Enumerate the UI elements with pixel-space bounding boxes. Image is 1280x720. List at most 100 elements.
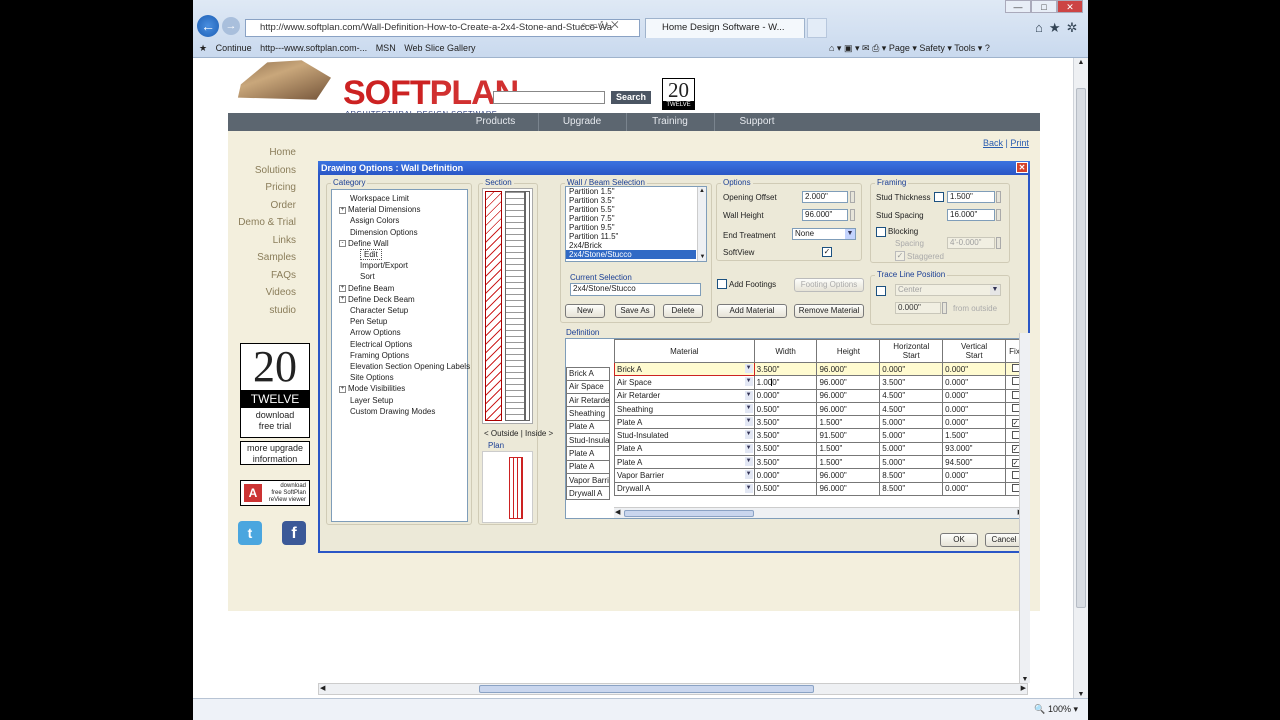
vertical-start-cell[interactable]: 0.000" — [942, 481, 1007, 496]
horizontal-start-cell[interactable]: 5.000" — [879, 441, 944, 457]
softplan-logo[interactable]: SOFTPLAN — [343, 76, 519, 110]
printer-icon[interactable]: ⎙ ▾ — [872, 43, 886, 53]
add-material-button[interactable]: Add Material — [717, 304, 787, 318]
vertical-start-cell[interactable]: 93.000" — [942, 441, 1007, 457]
zoom-level[interactable]: 🔍 100% ▾ — [1034, 701, 1078, 717]
col-material[interactable]: Material — [614, 339, 755, 363]
chevron-down-icon[interactable]: ▼ — [744, 403, 753, 413]
home-icon[interactable]: ⌂ — [1035, 20, 1049, 35]
height-cell[interactable]: 96.000" — [816, 481, 881, 496]
height-cell[interactable]: 1.500" — [816, 415, 881, 430]
height-cell[interactable]: 96.000" — [816, 375, 881, 390]
material-cell[interactable]: Drywall A ▼ — [614, 481, 755, 496]
width-cell[interactable]: 0.500" — [753, 481, 818, 496]
left-nav-faqs[interactable]: FAQs — [228, 267, 312, 285]
opening-offset-spinner[interactable] — [850, 191, 855, 203]
tree-item[interactable]: Character Setup — [350, 305, 408, 316]
left-nav-links[interactable]: Links — [228, 232, 312, 250]
expand-icon[interactable]: + — [339, 385, 346, 393]
height-cell[interactable]: 96.000" — [816, 361, 881, 377]
delete-button[interactable]: Delete — [663, 304, 703, 318]
end-treatment-select[interactable]: None ▼ — [792, 228, 856, 240]
maximize-button[interactable]: □ — [1031, 0, 1057, 13]
opening-offset-field[interactable]: 2.000" — [802, 191, 848, 203]
new-tab-button[interactable] — [807, 18, 827, 38]
inner-horizontal-scrollbar[interactable]: ◀ ▶ — [318, 683, 1028, 695]
col-vertical-start[interactable]: Vertical Start — [942, 339, 1007, 363]
col-horizontal-start[interactable]: Horizontal Start — [879, 339, 944, 363]
vertical-start-cell[interactable]: 0.000" — [942, 401, 1007, 417]
expand-icon[interactable]: + — [339, 206, 346, 214]
vertical-start-cell[interactable]: 94.500" — [942, 455, 1007, 470]
row-label[interactable]: Stud-Insula — [566, 432, 610, 448]
vertical-start-cell[interactable]: 0.000" — [942, 361, 1007, 377]
horizontal-start-cell[interactable]: 5.000" — [879, 455, 944, 470]
left-nav-samples[interactable]: Samples — [228, 249, 312, 267]
horizontal-start-cell[interactable]: 3.500" — [879, 375, 944, 390]
nav-upgrade[interactable]: Upgrade — [538, 113, 626, 131]
vertical-start-cell[interactable]: 0.000" — [942, 415, 1007, 430]
collapse-icon[interactable]: - — [339, 240, 346, 248]
wall-list-item[interactable]: Partition 3.5" — [566, 196, 696, 205]
nav-training[interactable]: Training — [626, 113, 714, 131]
tree-item[interactable]: Workspace Limit — [350, 193, 409, 204]
width-cell[interactable]: 0.500" — [753, 401, 818, 417]
tree-item[interactable]: Pen Setup — [350, 316, 387, 327]
fav-softplan[interactable]: http---www.softplan.com-... — [260, 43, 367, 53]
tree-item[interactable]: + Define Deck Beam — [339, 294, 415, 305]
twitter-icon[interactable]: t — [238, 521, 262, 545]
row-label[interactable]: Sheathing — [566, 406, 610, 421]
tree-item[interactable]: - Define Wall — [339, 238, 389, 249]
material-cell[interactable]: Vapor Barrier ▼ — [614, 468, 755, 483]
material-cell[interactable]: Air Space ▼ — [614, 375, 755, 390]
chevron-down-icon[interactable]: ▼ — [744, 430, 753, 440]
horizontal-start-cell[interactable]: 5.000" — [879, 428, 944, 443]
material-cell[interactable]: Air Retarder ▼ — [614, 388, 755, 403]
stud-thickness-field[interactable]: 1.500" — [947, 191, 995, 203]
softview-checkbox[interactable]: ✓ — [822, 247, 832, 257]
trace-offset-spinner[interactable] — [942, 302, 947, 314]
tree-item[interactable]: Elevation Section Opening Labels — [350, 361, 470, 372]
wall-list-item[interactable]: 2x4/Stone/Stucco — [566, 250, 696, 259]
left-nav-demo-trial[interactable]: Demo & Trial — [228, 214, 312, 232]
row-label[interactable]: Plate A — [566, 459, 610, 474]
width-cell[interactable]: 0.000" — [753, 388, 818, 403]
spacing-spinner[interactable] — [996, 237, 1001, 249]
facebook-icon[interactable]: f — [282, 521, 306, 545]
print-link[interactable]: Print — [1010, 138, 1029, 148]
wall-list-item[interactable]: Partition 1.5" — [566, 187, 696, 196]
vertical-start-cell[interactable]: 0.000" — [942, 468, 1007, 483]
review-viewer-link[interactable]: A download free SoftPlan reView viewer — [240, 480, 310, 506]
mail-icon[interactable]: ✉ — [862, 43, 870, 53]
remove-material-button[interactable]: Remove Material — [794, 304, 864, 318]
tree-item[interactable]: Assign Colors — [350, 215, 399, 226]
stud-thickness-checkbox[interactable] — [934, 192, 944, 202]
scroll-down-icon[interactable]: ▼ — [1074, 691, 1088, 698]
site-search-button[interactable]: Search — [611, 91, 651, 104]
current-selection-field[interactable]: 2x4/Stone/Stucco — [570, 283, 701, 296]
scroll-up-icon[interactable]: ▲ — [698, 187, 706, 195]
stud-spacing-field[interactable]: 16.000" — [947, 209, 995, 221]
minimize-button[interactable]: — — [1005, 0, 1031, 13]
browser-vertical-scrollbar[interactable]: ▲ ▼ — [1073, 58, 1088, 698]
tree-item[interactable]: Edit — [360, 249, 382, 260]
search-icon[interactable]: ⌕ — [581, 20, 587, 31]
tools-menu[interactable]: Tools — [954, 43, 975, 53]
close-window-button[interactable]: ✕ — [1057, 0, 1083, 13]
width-cell[interactable]: 3.500" — [753, 441, 818, 457]
nav-support[interactable]: Support — [714, 113, 800, 131]
grid-horizontal-scrollbar[interactable]: ◀ ▶ — [614, 507, 1024, 518]
left-nav-videos[interactable]: Videos — [228, 284, 312, 302]
chevron-down-icon[interactable]: ▼ — [744, 457, 753, 467]
back-button[interactable]: ← — [197, 15, 219, 37]
page-menu[interactable]: Page — [889, 43, 910, 53]
width-cell[interactable]: 0.000" — [753, 468, 818, 483]
save-as-button[interactable]: Save As — [615, 304, 655, 318]
stop-icon[interactable]: ✕ — [611, 20, 619, 31]
tree-item[interactable]: Sort — [360, 271, 375, 282]
chevron-down-icon[interactable]: ▼ — [744, 483, 753, 493]
blocking-checkbox[interactable] — [876, 227, 886, 237]
fav-msn[interactable]: MSN — [376, 43, 396, 53]
rss-icon[interactable]: ▣ ▾ — [844, 43, 860, 53]
favorites-star-icon[interactable]: ★ — [1049, 20, 1067, 35]
